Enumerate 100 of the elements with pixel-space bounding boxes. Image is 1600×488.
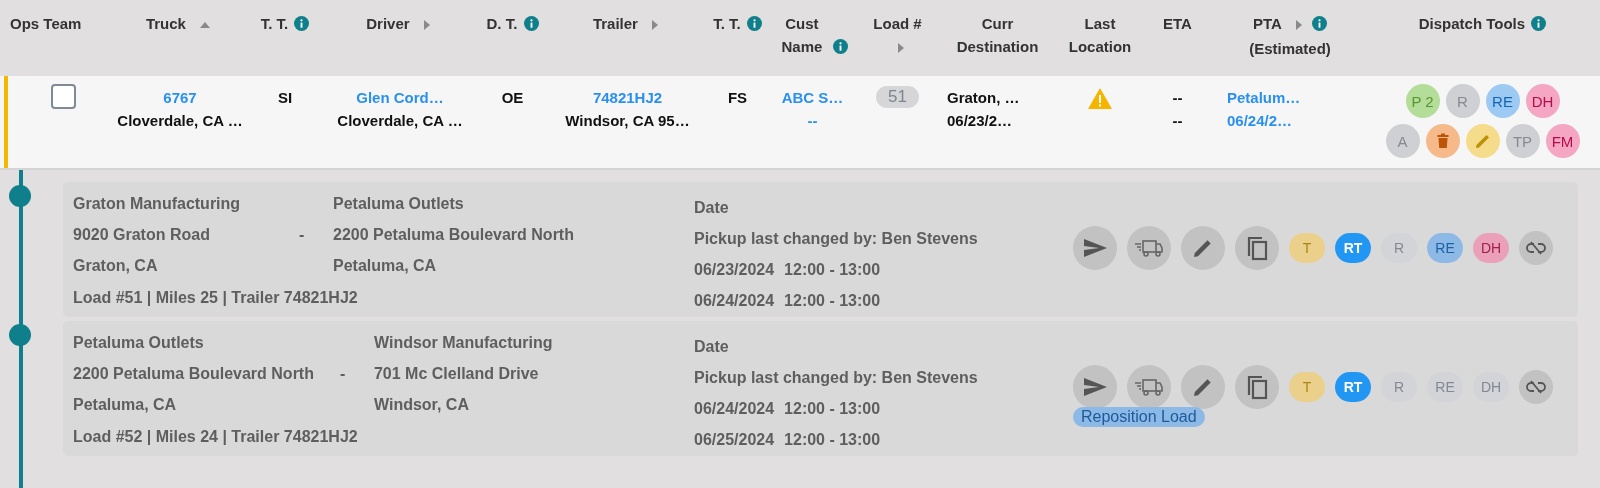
send-icon[interactable]: [1073, 226, 1117, 270]
date-text: 06/24/2024: [694, 291, 775, 311]
date-text: 06/23/2024: [694, 260, 775, 280]
tool-badge[interactable]: P 2: [1405, 84, 1440, 118]
stop-name: Petaluma Outlets: [73, 333, 205, 353]
time-text: 12:00 - 13:00: [784, 291, 881, 311]
info-icon[interactable]: [1312, 16, 1328, 32]
load-summary: Load #51 | Miles 25 | Trailer 74821HJ2: [73, 288, 358, 308]
status-badge[interactable]: DH: [1473, 372, 1509, 402]
stop-city: Windsor, CA: [373, 395, 470, 415]
date-text: 06/25/2024: [694, 430, 775, 450]
status-badge[interactable]: RT: [1335, 372, 1371, 402]
warning-icon: [1088, 88, 1112, 109]
link[interactable]: 06/24/2…: [1227, 109, 1293, 132]
column-header[interactable]: Load #: [873, 12, 922, 35]
checkbox[interactable]: [50, 84, 76, 109]
date-label: Date: [694, 198, 730, 218]
column-header[interactable]: T. T.: [260, 12, 289, 35]
stop-city: Petaluma, CA: [73, 395, 178, 415]
caret-right-icon[interactable]: [423, 20, 430, 31]
column-header[interactable]: Last Location: [1060, 12, 1140, 58]
trash-icon[interactable]: [1425, 124, 1460, 158]
caret-right-icon[interactable]: [1295, 20, 1302, 31]
stop-city: Petaluma, CA: [333, 256, 438, 276]
table-cell-text: --: [1172, 111, 1183, 131]
tool-badge[interactable]: R: [1445, 84, 1480, 118]
table-cell-text: 06/23/2…: [947, 111, 1013, 131]
status-badge[interactable]: T: [1289, 372, 1325, 402]
table-cell-text: --: [1172, 88, 1183, 108]
date-text: 06/24/2024: [694, 399, 775, 419]
separator: -: [339, 365, 346, 382]
changed-by-text: Pickup last changed by: Ben Stevens: [694, 368, 979, 388]
table-cell-text: Windsor, CA 95…: [565, 111, 690, 131]
stop-city: Graton, CA: [73, 256, 159, 276]
caret-right-icon[interactable]: [897, 43, 904, 54]
unlink-icon[interactable]: [1519, 231, 1553, 265]
sort-up-icon[interactable]: [200, 22, 211, 29]
link[interactable]: 74821HJ2: [592, 86, 663, 109]
column-header[interactable]: PTA: [1252, 12, 1282, 35]
table-cell-text: Cloverdale, CA …: [337, 111, 463, 131]
stop-name: Windsor Manufacturing: [373, 333, 553, 353]
truck-icon[interactable]: [1127, 226, 1171, 270]
pencil-icon[interactable]: [1181, 365, 1225, 409]
date-label: Date: [694, 337, 730, 357]
column-header[interactable]: Truck: [145, 12, 186, 35]
status-badge[interactable]: RE: [1427, 372, 1463, 402]
info-icon[interactable]: [523, 16, 539, 32]
load-count: 51: [876, 86, 919, 108]
stop-address: 2200 Petaluma Boulevard North: [73, 364, 314, 384]
column-header[interactable]: T. T.: [713, 12, 741, 35]
tool-badge[interactable]: TP: [1505, 124, 1540, 158]
reposition-tag: Reposition Load: [1073, 407, 1205, 427]
status-badge[interactable]: R: [1381, 233, 1417, 263]
load-summary: Load #52 | Miles 24 | Trailer 74821HJ2: [73, 427, 358, 447]
changed-by-text: Pickup last changed by: Ben Stevens: [694, 229, 979, 249]
column-header[interactable]: Curr Destination: [942, 12, 1053, 58]
time-text: 12:00 - 13:00: [784, 260, 881, 280]
column-header[interactable]: Cust Name: [776, 12, 827, 58]
link[interactable]: Petalum…: [1227, 86, 1301, 109]
pencil-icon[interactable]: [1465, 124, 1500, 158]
copy-icon[interactable]: [1235, 226, 1279, 270]
status-badge[interactable]: RE: [1427, 233, 1463, 263]
info-icon[interactable]: [833, 39, 849, 55]
info-icon[interactable]: [294, 16, 310, 32]
time-text: 12:00 - 13:00: [784, 399, 881, 419]
status-badge[interactable]: RT: [1335, 233, 1371, 263]
info-icon[interactable]: [746, 16, 762, 32]
column-header[interactable]: Trailer: [592, 12, 638, 35]
link[interactable]: 6767: [163, 86, 197, 109]
copy-icon[interactable]: [1235, 365, 1279, 409]
stop-address: 9020 Graton Road: [73, 225, 211, 245]
send-icon[interactable]: [1073, 365, 1117, 409]
tool-badge[interactable]: DH: [1525, 84, 1560, 118]
status-badge[interactable]: T: [1289, 233, 1325, 263]
pencil-icon[interactable]: [1181, 226, 1225, 270]
stop-name: Graton Manufacturing: [73, 194, 242, 214]
time-text: 12:00 - 13:00: [784, 430, 881, 450]
tool-badge[interactable]: RE: [1485, 84, 1520, 118]
info-icon[interactable]: [1531, 16, 1547, 32]
stop-name: Petaluma Outlets: [333, 194, 465, 214]
tool-badge[interactable]: FM: [1545, 124, 1580, 158]
unlink-icon[interactable]: [1519, 370, 1553, 404]
column-header[interactable]: Driver: [366, 12, 410, 35]
link[interactable]: Glen Cord…: [356, 86, 444, 109]
link[interactable]: ABC S…: [781, 86, 844, 109]
status-badge[interactable]: DH: [1473, 233, 1509, 263]
column-header[interactable]: Dispatch Tools: [1418, 12, 1526, 35]
column-header: (Estimated): [1249, 39, 1331, 59]
column-header[interactable]: Ops Team: [10, 12, 82, 35]
table-cell-text: Cloverdale, CA …: [117, 111, 243, 131]
caret-right-icon[interactable]: [652, 20, 659, 31]
separator: -: [299, 226, 305, 243]
column-header[interactable]: D. T.: [486, 12, 518, 35]
table-cell-text: OE: [501, 88, 524, 108]
table-cell-text: FS: [727, 88, 748, 108]
tool-badge[interactable]: A: [1385, 124, 1420, 158]
link[interactable]: --: [807, 109, 818, 132]
status-badge[interactable]: R: [1381, 372, 1417, 402]
column-header[interactable]: ETA: [1163, 12, 1192, 35]
truck-icon[interactable]: [1127, 365, 1171, 409]
